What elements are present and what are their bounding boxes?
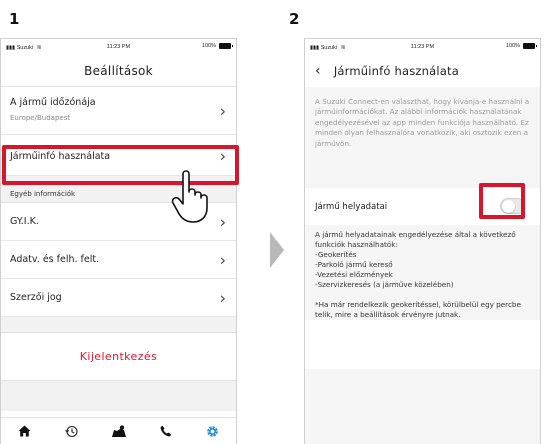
vehicle-location-label: Jármű helyadatai [315,201,388,212]
copyright-row[interactable]: Szerzői jog › [1,279,236,317]
section-gap [1,381,236,411]
battery-status: 100% [505,43,537,49]
battery-icon [523,43,537,49]
settings-screen: ▮▮▮ Suzuki ≋ 11:23 PM 100% Beállítások A… [0,38,237,444]
next-step-arrow [270,232,284,268]
privacy-terms-row[interactable]: Adatv. és felh. felt. › [1,241,236,279]
page-title: Járműinfó használata [333,64,459,78]
history-icon[interactable] [62,421,82,441]
chevron-right-icon: › [219,250,226,269]
battery-icon [219,43,233,49]
vehicle-info-usage-label: Járműinfó használata [10,150,111,162]
vehicle-info-usage-screen: ▮▮▮ Suzuki ≋ 11:23 PM 100% ‹ Járműinfó h… [304,38,541,444]
privacy-terms-label: Adatv. és felh. felt. [10,254,100,265]
battery-percent: 100% [505,43,520,49]
status-bar: ▮▮▮ Suzuki ≋ 11:23 PM 100% [1,39,236,55]
feature-item: -Parkoló jármű kereső [315,260,393,269]
step-number-1: 1 [9,10,20,28]
chevron-right-icon: › [219,101,226,120]
status-time: 11:23 PM [410,44,435,50]
faq-label: GY.I.K. [10,216,39,227]
page-title: Beállítások [1,55,236,87]
status-time: 11:23 PM [106,44,131,50]
status-bar: ▮▮▮ Suzuki ≋ 11:23 PM 100% [305,39,540,55]
chevron-right-icon: › [219,212,226,231]
phone-icon[interactable] [156,421,176,441]
home-icon[interactable] [15,421,35,441]
usage-description: A Suzuki Connect-en választhat, hogy kív… [305,87,540,188]
features-info: A jármű helyadatainak engedélyezése álta… [305,225,540,320]
geofence-note: *Ha már rendelkezik geokerítéssel, körül… [315,300,521,319]
features-intro: A jármű helyadatainak engedélyezése álta… [315,230,516,249]
settings-icon[interactable] [203,421,223,441]
battery-percent: 100% [201,43,216,49]
logout-button[interactable]: Kijelentkezés [1,333,236,381]
feature-item: -Geokerítés [315,250,357,259]
section-gap [1,317,236,333]
page-header: ‹ Járműinfó használata [305,55,540,87]
copyright-label: Szerzői jog [10,292,62,303]
timezone-row[interactable]: A jármű időzónája Europe/Budapest › [1,87,236,135]
timezone-value: Europe/Budapest [10,114,71,122]
feature-item: -Szervizkeresés (a járműve közelében) [315,280,454,289]
timezone-label: A jármű időzónája [10,97,96,108]
tap-hand-icon [171,170,208,223]
bottom-tab-bar [1,417,236,444]
step-number-2: 2 [289,10,300,28]
chevron-right-icon: › [219,146,226,166]
feature-item: -Vezetési előzmények [315,270,393,279]
location-toggle-highlight-box [479,183,525,219]
back-chevron-icon[interactable]: ‹ [315,63,321,79]
screen-background [305,369,540,444]
battery-status: 100% [201,43,233,49]
map-icon[interactable] [109,421,129,441]
chevron-right-icon: › [219,288,226,307]
